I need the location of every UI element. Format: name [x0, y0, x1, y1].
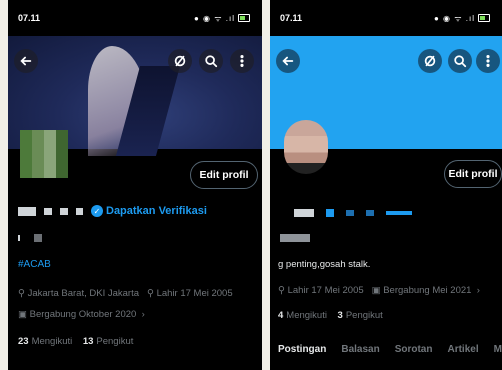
- username: [18, 234, 42, 242]
- birthday-icon: ⚲: [278, 285, 285, 296]
- arrow-left-icon: [20, 56, 32, 66]
- status-icons: ● ◉ ᯤ .ıl: [434, 13, 490, 24]
- chevron-right-icon: ›: [138, 309, 145, 320]
- tab-media[interactable]: Me: [494, 344, 502, 355]
- arrow-left-icon: [282, 56, 294, 66]
- profile-details: ⚲ Lahir 17 Mei 2005 ▣ Bergabung Mei 2021…: [278, 285, 480, 296]
- birthday-icon: ⚲: [146, 288, 154, 299]
- search-button[interactable]: [199, 49, 223, 73]
- bio: g penting,gosah stalk.: [278, 259, 371, 270]
- status-time: 07.11: [18, 13, 41, 23]
- status-icons: ● ◉ ᯤ .ıl: [194, 13, 250, 24]
- status-time: 07.11: [280, 13, 303, 23]
- followers-link[interactable]: 3 Pengikut: [338, 310, 383, 321]
- joined-date[interactable]: ▣ Bergabung Oktober 2020 ›: [18, 309, 145, 320]
- following-link[interactable]: 23 Mengikuti: [18, 336, 72, 347]
- display-name: ✓ Dapatkan Verifikasi: [18, 205, 207, 217]
- location-icon: ⚲: [18, 288, 25, 299]
- search-button[interactable]: [448, 49, 472, 73]
- back-button[interactable]: [276, 49, 300, 73]
- chevron-right-icon: ›: [474, 285, 480, 296]
- profile-screen-right: 07.11 ● ◉ ᯤ .ıl Edit profil g penting,go…: [270, 0, 502, 370]
- back-button[interactable]: [14, 49, 38, 73]
- tab-posts[interactable]: Postingan: [278, 344, 326, 355]
- username: [280, 234, 310, 242]
- search-grok-button[interactable]: [168, 49, 192, 73]
- tab-highlights[interactable]: Sorotan: [395, 344, 433, 355]
- status-bar: 07.11 ● ◉ ᯤ .ıl: [8, 0, 262, 36]
- avatar[interactable]: [20, 130, 68, 178]
- search-grok-button[interactable]: [418, 49, 442, 73]
- more-button[interactable]: [476, 49, 500, 73]
- profile-screen-left: 07.11 ● ◉ ᯤ .ıl Edit profil ✓ Dapatkan V…: [8, 0, 262, 370]
- status-bar: 07.11 ● ◉ ᯤ .ıl: [270, 0, 502, 36]
- follow-counts: 4 Mengikuti 3 Pengikut: [278, 310, 383, 321]
- slash-circle-icon: [424, 55, 436, 67]
- search-icon: [205, 55, 218, 68]
- battery-icon: [238, 14, 250, 22]
- location: ⚲ Jakarta Barat, DKI Jakarta ⚲ Lahir 17 …: [18, 288, 233, 299]
- edit-profile-button[interactable]: Edit profil: [190, 161, 258, 189]
- slash-circle-icon: [174, 55, 186, 67]
- calendar-icon: ▣: [371, 285, 381, 296]
- display-name: [294, 209, 412, 217]
- edit-profile-button[interactable]: Edit profil: [444, 160, 502, 188]
- calendar-icon: ▣: [18, 309, 27, 320]
- following-link[interactable]: 4 Mengikuti: [278, 310, 327, 321]
- bio-hashtag[interactable]: #ACAB: [18, 259, 51, 270]
- more-vertical-icon: [240, 55, 244, 67]
- avatar[interactable]: [284, 120, 328, 174]
- search-icon: [454, 55, 467, 68]
- tab-articles[interactable]: Artikel: [447, 344, 478, 355]
- more-vertical-icon: [486, 55, 490, 67]
- profile-tabs: Postingan Balasan Sorotan Artikel Me: [278, 344, 502, 355]
- more-button[interactable]: [230, 49, 254, 73]
- battery-icon: [478, 14, 490, 22]
- followers-link[interactable]: 13 Pengikut: [83, 336, 134, 347]
- get-verified-link[interactable]: ✓ Dapatkan Verifikasi: [91, 205, 207, 217]
- follow-counts: 23 Mengikuti 13 Pengikut: [18, 336, 133, 347]
- tab-replies[interactable]: Balasan: [341, 344, 379, 355]
- verified-badge-icon: ✓: [91, 205, 103, 217]
